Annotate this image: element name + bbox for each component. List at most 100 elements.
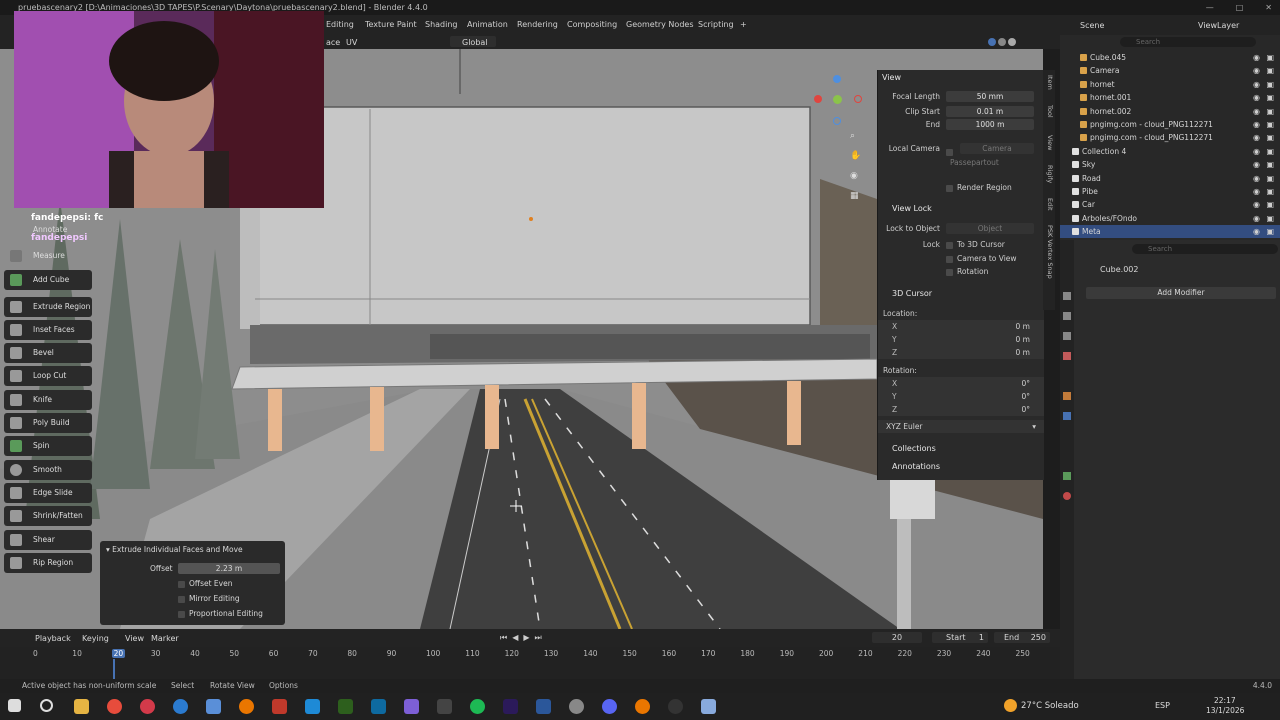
tab-psk-vertex-snap[interactable]: PSK Vertex Snap	[1044, 225, 1054, 279]
render-region-row[interactable]: Render Region	[878, 181, 1044, 194]
camera-render-icon[interactable]: ▣	[1266, 185, 1274, 198]
cursor-rot-y[interactable]: Y 0°	[878, 390, 1044, 403]
edge-icon[interactable]	[173, 699, 188, 714]
tab-scripting[interactable]: Scripting	[698, 15, 734, 35]
view-lock-section-header[interactable]: View Lock	[878, 202, 1044, 215]
clip-end-field[interactable]: 1000 m	[946, 119, 1034, 130]
camera-render-icon[interactable]: ▣	[1266, 172, 1274, 185]
playback-menu[interactable]: Playback	[35, 634, 71, 643]
camera-render-icon[interactable]: ▣	[1266, 51, 1274, 64]
camera-render-icon[interactable]: ▣	[1266, 145, 1274, 158]
camera-render-icon[interactable]: ▣	[1266, 131, 1274, 144]
outliner-item[interactable]: pngimg.com - cloud_PNG112271 ◉ ▣	[1060, 118, 1280, 131]
discord-icon[interactable]	[602, 699, 617, 714]
camera-render-icon[interactable]: ▣	[1266, 91, 1274, 104]
after-effects-icon[interactable]	[503, 699, 518, 714]
end-frame-field[interactable]: End 250	[994, 632, 1050, 643]
tool-measure[interactable]: Measure	[4, 246, 92, 266]
blender-icon[interactable]	[635, 699, 650, 714]
eye-icon[interactable]: ◉	[1253, 172, 1260, 185]
tab-rigify[interactable]: Rigify	[1044, 165, 1054, 183]
eye-icon[interactable]: ◉	[1253, 225, 1260, 238]
render-region-checkbox[interactable]	[946, 184, 953, 192]
vscode-icon[interactable]	[371, 699, 386, 714]
app-icon[interactable]	[701, 699, 716, 714]
eye-icon[interactable]: ◉	[1253, 131, 1260, 144]
camera-render-icon[interactable]: ▣	[1266, 118, 1274, 131]
tool-knife[interactable]: Knife	[4, 390, 92, 410]
outliner-item[interactable]: Road ◉ ▣	[1060, 172, 1280, 185]
scene-selector[interactable]: Scene	[1080, 21, 1104, 30]
scene-tab-icon[interactable]	[1063, 352, 1071, 360]
view-section-header[interactable]: View	[878, 71, 1044, 84]
tab-tool[interactable]: Tool	[1044, 105, 1054, 118]
camera-render-icon[interactable]: ▣	[1266, 158, 1274, 171]
neg-z-axis-handle[interactable]	[833, 117, 841, 125]
mode-menu[interactable]: ace	[326, 38, 340, 47]
app-icon[interactable]	[668, 699, 683, 714]
zoom-icon[interactable]: ⌕	[850, 131, 855, 141]
tool-shear[interactable]: Shear	[4, 530, 92, 550]
tool-loop-cut[interactable]: Loop Cut	[4, 366, 92, 386]
object-tab-icon[interactable]	[1063, 392, 1071, 400]
eye-icon[interactable]: ◉	[1253, 78, 1260, 91]
tool-smooth[interactable]: Smooth	[4, 460, 92, 480]
tab-geometry-nodes[interactable]: Geometry Nodes	[626, 15, 693, 35]
local-camera-field[interactable]: Camera	[960, 143, 1034, 154]
tab-edit[interactable]: Edit	[1044, 198, 1054, 211]
file-explorer-icon[interactable]	[74, 699, 89, 714]
language-indicator[interactable]: ESP	[1155, 701, 1170, 710]
mirror-editing-option[interactable]: Mirror Editing	[178, 594, 240, 603]
offset-field[interactable]: 2.23 m	[178, 563, 280, 574]
tool-inset-faces[interactable]: Inset Faces	[4, 320, 92, 340]
outliner-item[interactable]: Pibe ◉ ▣	[1060, 185, 1280, 198]
spotify-icon[interactable]	[470, 699, 485, 714]
object-name-field[interactable]: Cube.002	[1100, 265, 1138, 274]
data-tab-icon[interactable]	[1063, 472, 1071, 480]
marker-menu[interactable]: Marker	[151, 634, 179, 643]
weather-text[interactable]: 27°C Soleado	[1021, 701, 1079, 711]
outliner-item[interactable]: Collection 4 ◉ ▣	[1060, 145, 1280, 158]
tab-texture-paint[interactable]: Texture Paint	[365, 15, 417, 35]
playback-controls[interactable]: ⏮◀▶⏭	[500, 633, 547, 643]
tool-add-cube[interactable]: Add Cube	[4, 270, 92, 290]
add-workspace-button[interactable]: +	[740, 15, 747, 35]
camera-render-icon[interactable]: ▣	[1266, 225, 1274, 238]
camera-render-icon[interactable]: ▣	[1266, 105, 1274, 118]
outliner-item[interactable]: Meta ◉ ▣	[1060, 225, 1280, 239]
render-tab-icon[interactable]	[1063, 312, 1071, 320]
camera-render-icon[interactable]: ▣	[1266, 212, 1274, 225]
tab-compositing[interactable]: Compositing	[567, 15, 617, 35]
outliner-item[interactable]: Sky ◉ ▣	[1060, 158, 1280, 171]
outliner-item[interactable]: pngimg.com - cloud_PNG112271 ◉ ▣	[1060, 131, 1280, 144]
tab-view[interactable]: View	[1044, 135, 1054, 150]
view-menu[interactable]: View	[125, 634, 144, 643]
word-icon[interactable]	[536, 699, 551, 714]
eye-icon[interactable]: ◉	[1253, 51, 1260, 64]
grid-perspective-icon[interactable]: ▦	[850, 191, 859, 201]
clip-start-field[interactable]: 0.01 m	[946, 106, 1034, 117]
clock-date[interactable]: 13/1/2026	[1206, 706, 1244, 715]
opera-icon[interactable]	[140, 699, 155, 714]
eye-icon[interactable]: ◉	[1253, 158, 1260, 171]
close-button[interactable]: ✕	[1265, 0, 1272, 15]
3d-cursor-section-header[interactable]: 3D Cursor	[878, 287, 1044, 300]
eye-icon[interactable]: ◉	[1253, 145, 1260, 158]
tool-rip-region[interactable]: Rip Region	[4, 553, 92, 573]
rotation-lock-checkbox[interactable]	[946, 268, 953, 276]
shading-buttons[interactable]	[868, 38, 1018, 46]
tool-spin[interactable]: Spin	[4, 436, 92, 456]
clock-time[interactable]: 22:17	[1214, 696, 1236, 705]
weather-icon[interactable]	[1004, 699, 1017, 712]
app-icon[interactable]	[404, 699, 419, 714]
eye-icon[interactable]: ◉	[1253, 118, 1260, 131]
tab-animation[interactable]: Animation	[467, 15, 508, 35]
properties-search[interactable]: Search	[1132, 244, 1278, 254]
rendered-shading-icon[interactable]	[1008, 38, 1016, 46]
current-frame-field[interactable]: 20	[872, 632, 922, 643]
focal-length-field[interactable]: 50 mm	[946, 91, 1034, 102]
eye-icon[interactable]: ◉	[1253, 91, 1260, 104]
cursor-loc-y[interactable]: Y 0 m	[878, 333, 1044, 346]
view-layer-selector[interactable]: ViewLayer	[1198, 21, 1239, 30]
tool-edge-slide[interactable]: Edge Slide	[4, 483, 92, 503]
